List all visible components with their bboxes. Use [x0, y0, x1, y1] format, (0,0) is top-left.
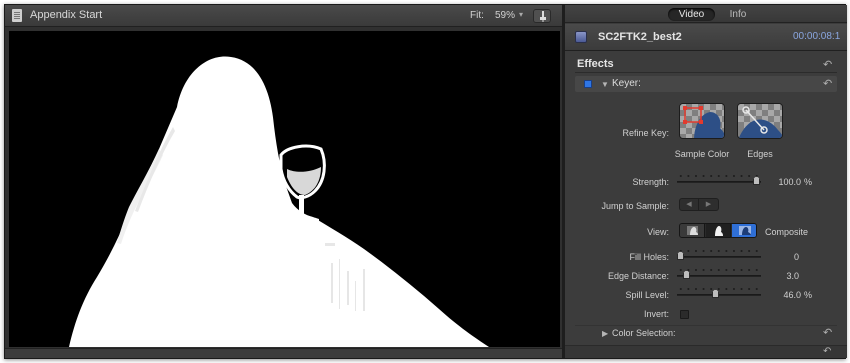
- original-view-icon: [715, 226, 723, 236]
- spill-level-value[interactable]: 46.0: [769, 290, 801, 300]
- sample-color-label: Sample Color: [674, 149, 730, 159]
- edges-icon: [738, 104, 782, 138]
- view-label: View:: [647, 227, 669, 237]
- keyer-label: Keyer:: [612, 78, 641, 89]
- clip-timecode: 00:00:08:1: [793, 31, 841, 42]
- reset-color-selection-icon[interactable]: ↶: [823, 326, 832, 339]
- spill-level-label: Spill Level:: [625, 290, 669, 300]
- slider-ticks: [677, 249, 761, 253]
- spill-level-slider[interactable]: [677, 286, 761, 298]
- next-sample-button[interactable]: ▶: [699, 199, 718, 210]
- edge-distance-value[interactable]: 3.0: [769, 271, 799, 281]
- fit-zoom-popup[interactable]: 59%: [495, 10, 515, 21]
- fill-holes-value[interactable]: 0: [769, 252, 799, 262]
- jump-to-sample-label: Jump to Sample:: [601, 201, 669, 211]
- document-icon: [12, 9, 22, 22]
- chevron-down-icon[interactable]: ▾: [519, 10, 523, 19]
- disclosure-triangle-icon[interactable]: ▼: [601, 80, 609, 89]
- clip-icon: [575, 31, 587, 43]
- view-composite-button[interactable]: [732, 224, 756, 237]
- inspector-tabs: Video Info: [565, 5, 847, 23]
- edge-distance-label: Edge Distance:: [607, 271, 669, 281]
- strength-unit: %: [804, 177, 813, 187]
- view-mode-control: [679, 223, 757, 238]
- sample-color-icon: [680, 104, 724, 138]
- strength-label: Strength:: [632, 177, 669, 187]
- clip-name: SC2FTK2_best2: [598, 31, 682, 43]
- matte-image: [9, 31, 560, 347]
- viewer-toolbar: Appendix Start Fit: 59% ▾: [5, 5, 562, 27]
- reset-keyer-icon[interactable]: ↶: [823, 77, 832, 90]
- viewer-canvas[interactable]: [9, 31, 560, 347]
- reset-icon[interactable]: ↶: [823, 346, 831, 357]
- tab-video[interactable]: Video: [668, 8, 715, 21]
- color-selection-row[interactable]: ▶ Color Selection: ↶: [575, 325, 837, 340]
- viewer-panel: Appendix Start Fit: 59% ▾: [5, 5, 562, 358]
- app-window: Appendix Start Fit: 59% ▾ Video Info SC2…: [4, 4, 847, 359]
- strength-value[interactable]: 100.0: [769, 177, 801, 187]
- reset-effects-icon[interactable]: ↶: [823, 58, 832, 71]
- invert-label: Invert:: [643, 309, 669, 319]
- tab-info[interactable]: Info: [723, 8, 753, 21]
- composite-view-icon: [739, 226, 751, 235]
- view-original-button[interactable]: [706, 224, 731, 237]
- edges-button[interactable]: [737, 103, 783, 139]
- keyer-effect-header: ▼ Keyer: ↶: [575, 76, 837, 92]
- view-matte-button[interactable]: [680, 224, 705, 237]
- sample-color-button[interactable]: [679, 103, 725, 139]
- jump-to-sample-control: ◀ ▶: [679, 198, 719, 211]
- matte-view-icon: [687, 226, 698, 235]
- color-selection-label: Color Selection:: [612, 328, 676, 338]
- view-options-icon: [540, 11, 546, 22]
- view-options-button[interactable]: [533, 9, 551, 23]
- viewer-title: Appendix Start: [30, 9, 103, 21]
- refine-key-label: Refine Key:: [622, 128, 669, 138]
- edges-label: Edges: [747, 149, 773, 159]
- fill-holes-slider[interactable]: [677, 248, 761, 260]
- slider-ticks: [677, 268, 761, 272]
- slider-track: [677, 256, 761, 258]
- strength-slider[interactable]: [677, 173, 761, 185]
- slider-track: [677, 294, 761, 296]
- inspector-panel: Video Info SC2FTK2_best2 00:00:08:1 Effe…: [565, 5, 847, 358]
- invert-checkbox[interactable]: [680, 310, 689, 319]
- viewer-footer: [5, 348, 562, 358]
- effects-title: Effects: [577, 58, 614, 70]
- slider-ticks: [677, 287, 761, 291]
- spill-level-unit: %: [804, 290, 813, 300]
- inspector-footer: ↶: [565, 345, 847, 358]
- fill-holes-label: Fill Holes:: [629, 252, 669, 262]
- clip-header: SC2FTK2_best2 00:00:08:1: [565, 24, 847, 51]
- slider-ticks: [677, 174, 761, 178]
- previous-sample-button[interactable]: ◀: [680, 199, 699, 210]
- fit-label: Fit:: [470, 10, 484, 21]
- view-mode-value: Composite: [765, 227, 809, 237]
- edge-distance-slider[interactable]: [677, 267, 761, 279]
- keyer-enable-checkbox[interactable]: [584, 80, 592, 88]
- disclosure-triangle-icon[interactable]: ▶: [602, 329, 608, 338]
- slider-track: [677, 181, 761, 183]
- effects-section-header: Effects ↶: [575, 56, 837, 73]
